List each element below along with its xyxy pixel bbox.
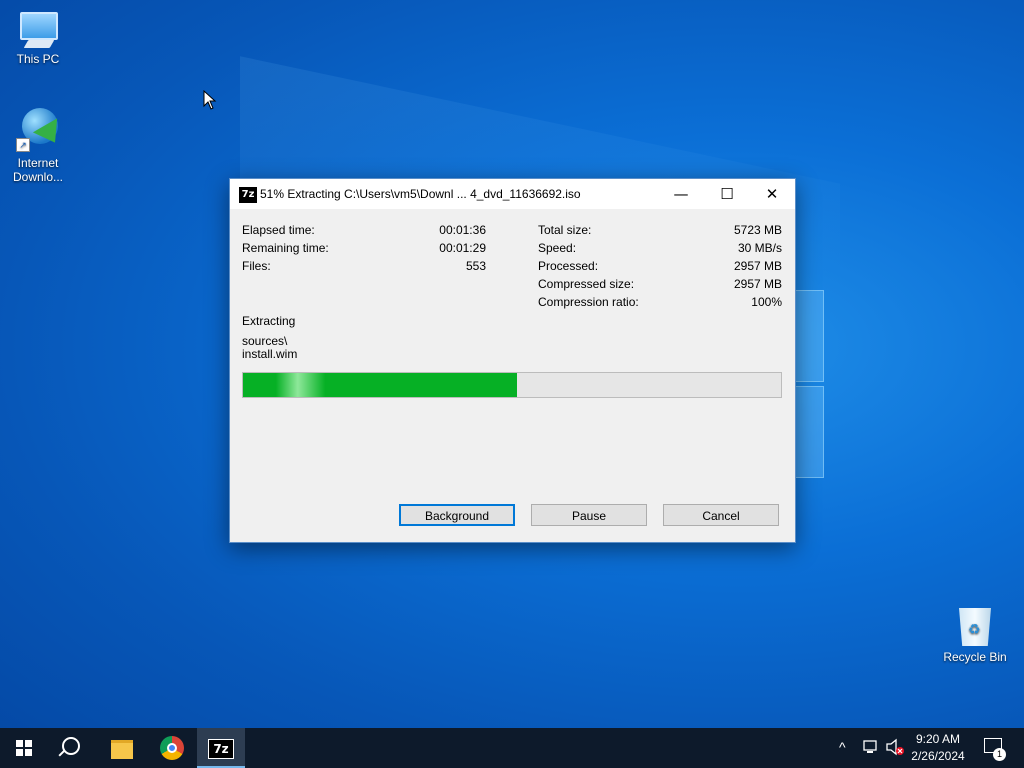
desktop-icon-internet-download-manager[interactable]: ↗ Internet Downlo... [0, 106, 76, 184]
taskbar-7zip[interactable]: 7z [197, 728, 245, 768]
pause-button[interactable]: Pause [531, 504, 647, 526]
clock-time: 9:20 AM [915, 732, 961, 746]
total-size-value: 5723 MB [733, 223, 782, 237]
wallpaper-windows-logo [792, 290, 824, 480]
speed-value: 30 MB/s [737, 241, 782, 255]
desktop-icon-label: This PC [16, 52, 60, 66]
desktop-icon-recycle-bin[interactable]: ♻ Recycle Bin [937, 602, 1013, 664]
taskbar-search-button[interactable] [48, 728, 96, 768]
title-bar[interactable]: 7z 51% Extracting C:\Users\vm5\Downl ...… [230, 179, 795, 209]
current-file: install.wim [242, 347, 298, 361]
processed-label: Processed: [538, 259, 599, 273]
desktop-icon-label: Recycle Bin [943, 650, 1007, 664]
cancel-button[interactable]: Cancel [663, 504, 779, 526]
window-title: 51% Extracting C:\Users\vm5\Downl ... 4_… [260, 187, 581, 201]
desktop-icon-this-pc[interactable]: This PC [0, 10, 76, 66]
close-button[interactable]: ✕ [749, 179, 795, 209]
extract-progress-dialog: 7z 51% Extracting C:\Users\vm5\Downl ...… [229, 178, 796, 543]
desktop-icon-label: Internet Downlo... [12, 156, 64, 184]
recycle-bin-icon: ♻ [955, 602, 995, 648]
compressed-size-label: Compressed size: [538, 277, 635, 291]
taskbar-chrome[interactable] [148, 728, 196, 768]
elapsed-time-value: 00:01:36 [439, 223, 486, 237]
taskbar: 7z ^ 9:20 AM 2/26/2024 1 [0, 728, 1024, 768]
this-pc-icon [16, 10, 60, 50]
speed-label: Speed: [538, 241, 577, 255]
clock-date: 2/26/2024 [911, 749, 965, 763]
remaining-time-label: Remaining time: [242, 241, 329, 255]
compression-ratio-value: 100% [751, 295, 782, 309]
compression-ratio-label: Compression ratio: [538, 295, 639, 309]
7zip-app-icon: 7z [239, 187, 257, 203]
file-explorer-icon [111, 740, 133, 759]
total-size-label: Total size: [538, 223, 592, 237]
tray-overflow-chevron-icon[interactable]: ^ [839, 739, 846, 755]
7zip-icon: 7z [208, 739, 234, 759]
progress-fill [243, 373, 518, 397]
internet-download-manager-icon: ↗ [14, 106, 68, 154]
start-button[interactable] [0, 728, 48, 768]
processed-value: 2957 MB [733, 259, 782, 273]
network-icon[interactable] [862, 738, 880, 759]
remaining-time-value: 00:01:29 [439, 241, 486, 255]
minimize-button[interactable]: — [658, 179, 704, 209]
maximize-button[interactable]: ☐ [704, 179, 750, 209]
elapsed-time-label: Elapsed time: [242, 223, 315, 237]
notifications-count-badge: 1 [993, 748, 1006, 761]
search-icon [62, 737, 80, 755]
taskbar-file-explorer[interactable] [97, 728, 145, 768]
operation-label: Extracting [242, 314, 296, 328]
background-button[interactable]: Background [399, 504, 515, 526]
current-path: sources\ [242, 334, 288, 348]
windows-start-icon [16, 740, 32, 756]
files-value: 553 [465, 259, 486, 273]
compressed-size-value: 2957 MB [733, 277, 782, 291]
files-label: Files: [242, 259, 271, 273]
chrome-icon [160, 736, 184, 760]
system-clock[interactable]: 9:20 AM 2/26/2024 [900, 731, 976, 765]
extraction-progress-bar [242, 372, 782, 398]
